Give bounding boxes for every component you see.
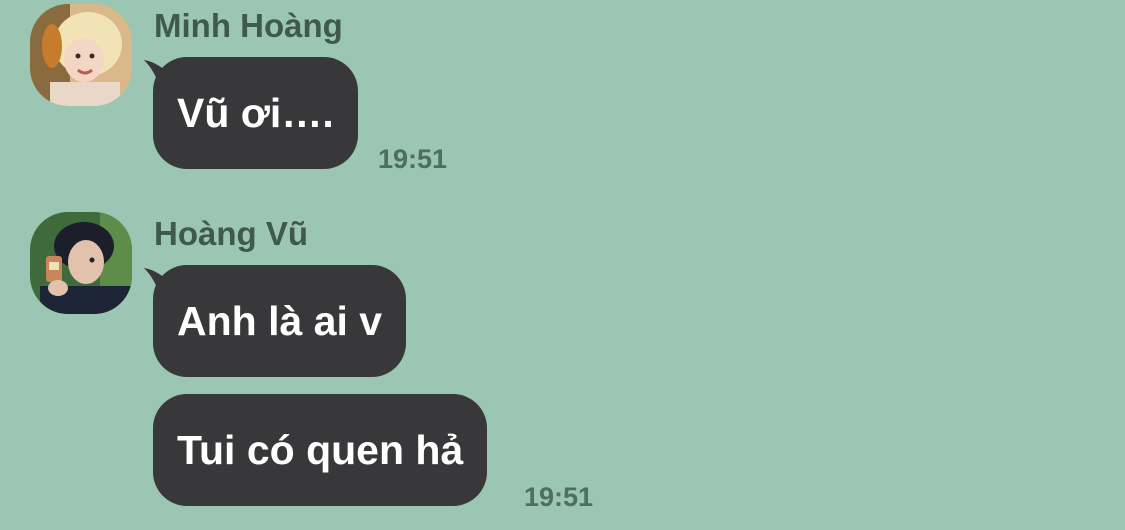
message-bubble[interactable]: Anh là ai v [153,265,407,377]
chat-thread: Minh Hoàng Vũ ơi…. 19:51 Hoàng Vũ Anh là… [0,0,1125,530]
message-bubble[interactable]: Vũ ơi…. [153,57,358,169]
avatar-image [30,4,132,106]
message-timestamp: 19:51 [524,482,594,512]
message-timestamp: 19:51 [378,144,448,174]
avatar-hoang-vu[interactable] [30,212,132,314]
avatar-image [30,212,132,314]
sender-name: Hoàng Vũ [154,215,308,252]
message-bubble[interactable]: Tui có quen hả [153,394,488,506]
avatar-minh-hoang[interactable] [30,4,132,106]
sender-name: Minh Hoàng [154,7,343,44]
